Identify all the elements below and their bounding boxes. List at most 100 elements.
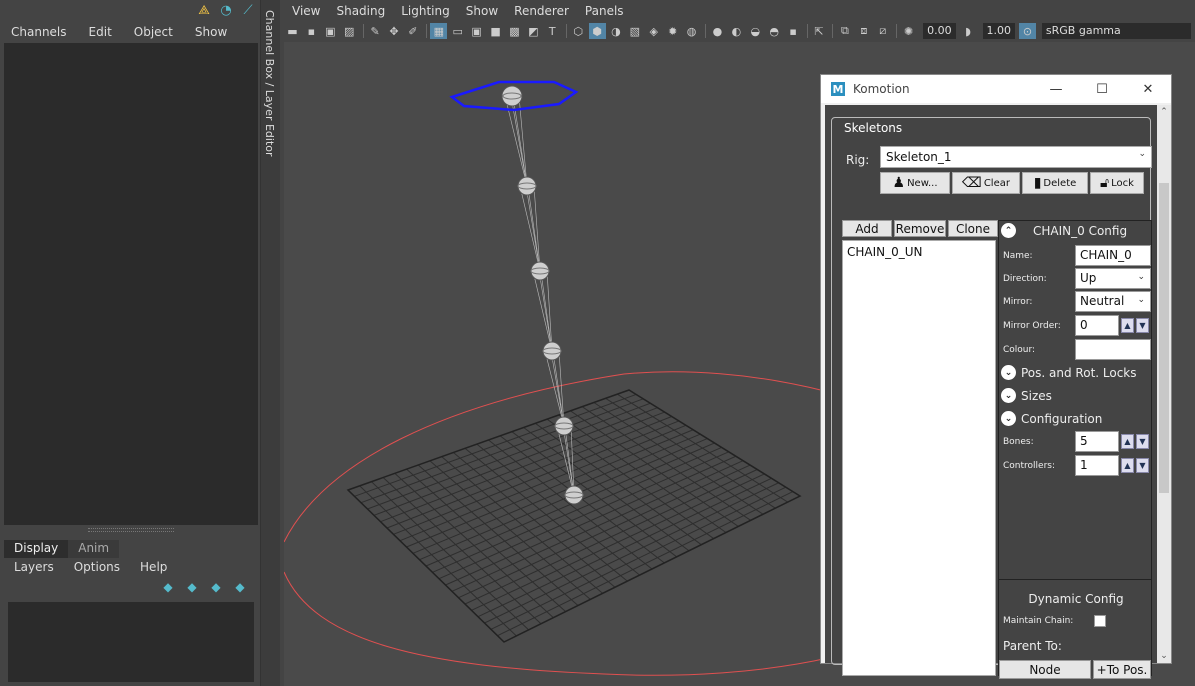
new-layer-selected-icon[interactable]: ◆: [232, 580, 248, 594]
xray-joints-icon[interactable]: ⇱: [811, 23, 828, 39]
scroll-down-icon[interactable]: ⌄: [1159, 651, 1169, 661]
grease-pencil-icon[interactable]: ✎: [367, 23, 384, 39]
menu-panels[interactable]: Panels: [577, 4, 632, 18]
move-layer-up-icon[interactable]: ◆: [160, 580, 176, 594]
node-button[interactable]: Node: [999, 660, 1091, 679]
add-chain-button[interactable]: Add: [842, 220, 892, 237]
move-tool-icon[interactable]: ✥: [386, 23, 403, 39]
select-camera-icon[interactable]: ▬: [284, 23, 301, 39]
colour-field[interactable]: [1075, 339, 1151, 360]
remove-chain-button[interactable]: Remove: [894, 220, 946, 237]
menu-channels[interactable]: Channels: [0, 25, 78, 39]
maintain-chain-checkbox[interactable]: [1094, 615, 1106, 627]
isolate-icon[interactable]: ▪: [785, 23, 802, 39]
menu-options[interactable]: Options: [64, 560, 130, 574]
config-header[interactable]: ⌃ CHAIN_0 Config: [1001, 223, 1127, 238]
field-chart-icon[interactable]: ▩: [506, 23, 523, 39]
gamma-field[interactable]: 1.00: [982, 23, 1015, 39]
tab-anim[interactable]: Anim: [68, 540, 120, 558]
maximize-icon[interactable]: ☐: [1079, 75, 1125, 103]
screen-space-ao-icon[interactable]: ●: [709, 23, 726, 39]
clear-button[interactable]: ⌫ Clear: [952, 172, 1020, 194]
smooth-shade-icon[interactable]: ⬢: [588, 23, 606, 39]
shadows-icon[interactable]: ◍: [683, 23, 700, 39]
wireframe-icon[interactable]: ⬡: [570, 23, 587, 39]
close-icon[interactable]: ✕: [1125, 75, 1171, 103]
gamma-icon[interactable]: ◗: [960, 23, 977, 39]
xray-icon[interactable]: ▧: [626, 23, 643, 39]
scroll-up-icon[interactable]: ⌃: [1159, 107, 1169, 117]
camera-attributes-icon[interactable]: ▪: [303, 23, 320, 39]
mirror-select[interactable]: Neutral ⌄: [1075, 291, 1151, 312]
spin-up-icon[interactable]: ▲: [1121, 318, 1134, 333]
spin-down-icon[interactable]: ▼: [1136, 458, 1149, 473]
menu-renderer[interactable]: Renderer: [506, 4, 577, 18]
menu-show-viewport[interactable]: Show: [458, 4, 506, 18]
axes-icon[interactable]: ⟁: [196, 2, 212, 18]
menu-shading[interactable]: Shading: [328, 4, 393, 18]
spin-up-icon[interactable]: ▲: [1121, 434, 1134, 449]
panel-layout-icon[interactable]: ⧈: [855, 23, 872, 39]
controllers-field[interactable]: 1: [1075, 455, 1119, 476]
exposure-field[interactable]: 0.00: [923, 23, 956, 39]
spin-up-icon[interactable]: ▲: [1121, 458, 1134, 473]
color-management-icon[interactable]: ⊙: [1019, 23, 1036, 39]
wireframe-on-shaded-icon[interactable]: ◑: [608, 23, 625, 39]
spin-down-icon[interactable]: ▼: [1136, 434, 1149, 449]
textured-icon[interactable]: ◈: [645, 23, 662, 39]
name-field[interactable]: CHAIN_0: [1075, 245, 1151, 266]
resolution-gate-icon[interactable]: ▣: [468, 23, 485, 39]
anti-aliasing-icon[interactable]: ◒: [747, 23, 764, 39]
delete-button[interactable]: ▮ Delete: [1022, 172, 1088, 194]
mirror-order-field[interactable]: 0: [1075, 315, 1119, 336]
bookmark-icon[interactable]: ▣: [322, 23, 339, 39]
panel-splitter[interactable]: [88, 528, 174, 532]
new-layer-icon[interactable]: ◆: [208, 580, 224, 594]
frame-all-icon[interactable]: ⧄: [874, 23, 891, 39]
direction-select[interactable]: Up ⌄: [1075, 268, 1151, 289]
move-layer-down-icon[interactable]: ◆: [184, 580, 200, 594]
gate-mask-icon[interactable]: ■: [487, 23, 504, 39]
exposure-icon[interactable]: ✺: [900, 23, 917, 39]
edit-icon[interactable]: ⟋: [240, 2, 256, 18]
komotion-scrollbar[interactable]: ⌃ ⌄: [1157, 105, 1171, 663]
chain-list[interactable]: CHAIN_0_UN: [842, 240, 996, 676]
loop-icon[interactable]: ◔: [218, 2, 234, 18]
section-sizes[interactable]: ⌄ Sizes: [1001, 388, 1052, 403]
to-pos-button[interactable]: +To Pos.: [1093, 660, 1151, 679]
hud-icon[interactable]: ⧉: [836, 23, 853, 39]
tab-display[interactable]: Display: [4, 540, 69, 558]
list-item[interactable]: CHAIN_0_UN: [847, 245, 923, 259]
komotion-titlebar[interactable]: M Komotion — ☐ ✕: [821, 75, 1171, 103]
bones-field[interactable]: 5: [1075, 431, 1119, 452]
lights-icon[interactable]: ✹: [664, 23, 681, 39]
menu-help[interactable]: Help: [130, 560, 177, 574]
safe-title-icon[interactable]: T: [544, 23, 561, 39]
menu-view[interactable]: View: [284, 4, 328, 18]
menu-show[interactable]: Show: [184, 25, 238, 39]
new-button[interactable]: ♟ New...: [880, 172, 950, 194]
scrollbar-thumb[interactable]: [1159, 183, 1169, 493]
minimize-icon[interactable]: —: [1033, 75, 1079, 103]
spin-down-icon[interactable]: ▼: [1136, 318, 1149, 333]
lock-button[interactable]: 🔓︎ Lock: [1090, 172, 1144, 194]
channel-box-area[interactable]: [4, 43, 258, 525]
section-configuration[interactable]: ⌄ Configuration: [1001, 411, 1102, 426]
layer-list[interactable]: [8, 602, 254, 682]
depth-of-field-icon[interactable]: ◓: [766, 23, 783, 39]
menu-edit[interactable]: Edit: [78, 25, 123, 39]
channel-box-vertical-tab[interactable]: Channel Box / Layer Editor: [260, 0, 280, 686]
menu-layers[interactable]: Layers: [4, 560, 64, 574]
menu-lighting[interactable]: Lighting: [393, 4, 458, 18]
section-pos-rot-locks[interactable]: ⌄ Pos. and Rot. Locks: [1001, 365, 1137, 380]
motion-blur-icon[interactable]: ◐: [728, 23, 745, 39]
image-plane-icon[interactable]: ▨: [341, 23, 358, 39]
rig-select[interactable]: Skeleton_1 ⌄: [880, 146, 1152, 168]
grid-icon[interactable]: ▦: [430, 23, 448, 39]
clone-chain-button[interactable]: Clone: [948, 220, 998, 237]
menu-object[interactable]: Object: [123, 25, 184, 39]
film-gate-icon[interactable]: ▭: [449, 23, 466, 39]
pencil-icon[interactable]: ✐: [404, 23, 421, 39]
safe-action-icon[interactable]: ◩: [525, 23, 542, 39]
color-space-field[interactable]: sRGB gamma: [1041, 23, 1192, 39]
